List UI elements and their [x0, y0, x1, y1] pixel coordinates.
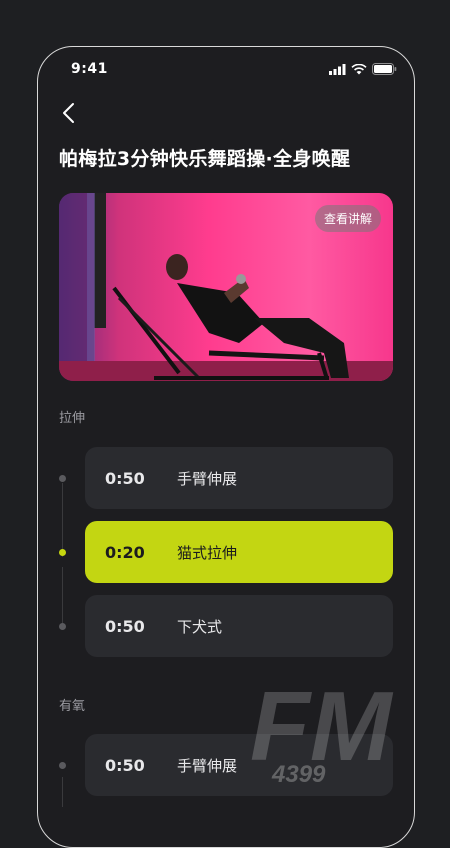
exercise-item-active[interactable]: 0:20 猫式拉伸 [85, 521, 393, 583]
exercise-duration: 0:50 [105, 616, 145, 636]
exercise-item[interactable]: 0:50 手臂伸展 [85, 447, 393, 509]
back-chevron-icon[interactable] [60, 102, 80, 124]
battery-icon [372, 63, 397, 75]
exercise-duration: 0:50 [105, 755, 145, 775]
view-explanation-button[interactable]: 查看讲解 [314, 205, 381, 232]
exercise-duration: 0:50 [105, 468, 145, 488]
timeline-dot [59, 475, 66, 482]
wifi-icon [351, 63, 367, 74]
section-label-cardio: 有氧 [59, 699, 86, 714]
exercise-item[interactable]: 0:50 下犬式 [85, 595, 393, 657]
exercise-duration: 0:20 [105, 542, 145, 562]
section-label-stretch: 拉伸 [59, 411, 86, 426]
timeline-dot [59, 762, 66, 769]
exercise-name: 下犬式 [177, 617, 223, 636]
exercise-name: 手臂伸展 [177, 756, 238, 775]
timeline-line [62, 483, 63, 557]
page-title: 帕梅拉3分钟快乐舞蹈操·全身唤醒 [59, 148, 351, 170]
timeline-dot-active [59, 549, 66, 556]
exercise-name: 手臂伸展 [177, 469, 238, 488]
video-player[interactable]: 查看讲解 [59, 193, 393, 381]
timeline-dot [59, 623, 66, 630]
timeline-line [62, 777, 63, 807]
status-bar: 9:41 [38, 47, 414, 93]
watermark-4399-text: 4399 [271, 761, 326, 788]
watermark-logo: FM 4399 [250, 671, 394, 788]
timeline-line [62, 567, 63, 629]
status-icons [329, 63, 397, 75]
status-time: 9:41 [71, 61, 108, 77]
exercise-name: 猫式拉伸 [177, 543, 238, 562]
signal-icon [329, 63, 346, 75]
